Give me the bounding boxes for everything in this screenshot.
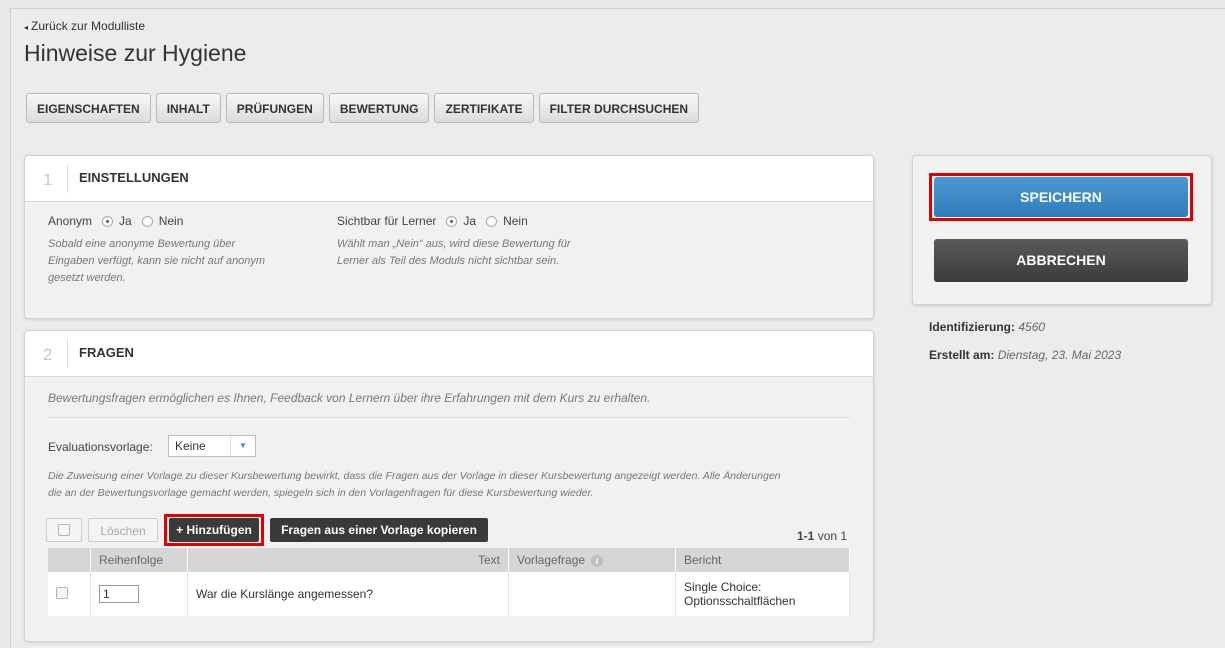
table-row: 1 War die Kurslänge angemessen? Single C… bbox=[48, 572, 850, 616]
section-number: 2 bbox=[43, 345, 53, 364]
anonym-label: Anonym bbox=[48, 214, 93, 228]
section-title: FRAGEN bbox=[79, 345, 134, 360]
pager: 1-1 von 1 bbox=[797, 529, 848, 543]
add-question-button[interactable]: + Hinzufügen bbox=[169, 518, 259, 542]
sichtbar-yes-radio[interactable] bbox=[446, 215, 458, 227]
cancel-button[interactable]: ABBRECHEN bbox=[934, 239, 1188, 282]
template-hint: Die Zuweisung einer Vorlage zu dieser Ku… bbox=[48, 470, 781, 499]
section-number: 1 bbox=[43, 170, 53, 189]
tab-bewertung[interactable]: BEWERTUNG bbox=[328, 93, 430, 123]
section-divider bbox=[67, 339, 68, 368]
anonym-yes-label: Ja bbox=[119, 214, 132, 228]
anonym-no-radio[interactable] bbox=[141, 215, 153, 227]
tab-zertifikate[interactable]: ZERTIFIKATE bbox=[434, 93, 534, 123]
sichtbar-no-radio[interactable] bbox=[486, 215, 498, 227]
order-cell: 1 bbox=[90, 572, 188, 616]
table-header: Reihenfolge Text Vorlagefrage i Bericht bbox=[48, 548, 850, 572]
section-divider bbox=[67, 164, 68, 193]
questions-table: Reihenfolge Text Vorlagefrage i Bericht 1… bbox=[48, 548, 850, 616]
page-title: Hinweise zur Hygiene bbox=[24, 40, 247, 66]
template-select[interactable]: Keine ▼ bbox=[168, 435, 256, 457]
column-order[interactable]: Reihenfolge bbox=[90, 548, 188, 572]
column-report[interactable]: Bericht bbox=[675, 548, 850, 572]
tab-pruefungen[interactable]: PRÜFUNGEN bbox=[225, 93, 324, 123]
template-cell bbox=[508, 572, 676, 616]
column-template[interactable]: Vorlagefrage i bbox=[508, 548, 676, 572]
sichtbar-yes-label: Ja bbox=[463, 214, 477, 228]
sichtbar-no-label: Nein bbox=[503, 214, 528, 228]
tab-filter-durchsuchen[interactable]: FILTER DURCHSUCHEN bbox=[538, 93, 700, 123]
select-all-box[interactable] bbox=[46, 518, 82, 542]
anonym-no-label: Nein bbox=[158, 214, 184, 228]
anonym-yes-radio[interactable] bbox=[102, 215, 114, 227]
save-button[interactable]: SPEICHERN bbox=[934, 177, 1188, 217]
module-tabs: EIGENSCHAFTEN INHALT PRÜFUNGEN BEWERTUNG… bbox=[26, 93, 704, 123]
back-link[interactable]: ◂ Zurück zur Modulliste bbox=[24, 19, 145, 33]
settings-panel-header: 1 EINSTELLUNGEN bbox=[25, 156, 873, 202]
row-checkbox[interactable] bbox=[56, 586, 68, 599]
checkbox-icon bbox=[58, 524, 70, 536]
identification: Identifizierung: 4560 bbox=[929, 320, 1046, 334]
questions-intro: Bewertungsfragen ermöglichen es Ihnen, F… bbox=[48, 391, 651, 405]
row-select-cell bbox=[48, 572, 91, 616]
tab-inhalt[interactable]: INHALT bbox=[155, 93, 221, 123]
section-title: EINSTELLUNGEN bbox=[79, 170, 189, 185]
tab-eigenschaften[interactable]: EIGENSCHAFTEN bbox=[26, 93, 151, 123]
questions-panel-header: 2 FRAGEN bbox=[25, 331, 873, 377]
header-select bbox=[48, 548, 91, 572]
sichtbar-setting: Sichtbar für Lerner Ja Nein bbox=[337, 214, 528, 228]
info-icon[interactable]: i bbox=[591, 555, 604, 567]
order-input[interactable]: 1 bbox=[99, 585, 139, 603]
sichtbar-label: Sichtbar für Lerner bbox=[337, 214, 437, 228]
delete-button[interactable]: Löschen bbox=[88, 518, 158, 542]
anonym-setting: Anonym Ja Nein bbox=[48, 214, 183, 228]
created-date: Erstellt am: Dienstag, 23. Mai 2023 bbox=[929, 348, 1122, 362]
divider bbox=[48, 417, 850, 418]
copy-from-template-button[interactable]: Fragen aus einer Vorlage kopieren bbox=[270, 518, 488, 542]
anonym-hint: Sobald eine anonyme Bewertung über Einga… bbox=[48, 238, 266, 284]
sichtbar-hint: Wählt man „Nein“ aus, wird diese Bewertu… bbox=[337, 238, 571, 267]
template-label: Evaluationsvorlage: bbox=[48, 440, 153, 454]
text-cell: War die Kurslänge angemessen? bbox=[187, 572, 509, 616]
back-arrow-icon: ◂ bbox=[24, 23, 29, 32]
column-text[interactable]: Text bbox=[187, 548, 509, 572]
chevron-down-icon: ▼ bbox=[230, 436, 255, 456]
report-cell: Single Choice: Optionsschaltflächen bbox=[675, 572, 850, 616]
